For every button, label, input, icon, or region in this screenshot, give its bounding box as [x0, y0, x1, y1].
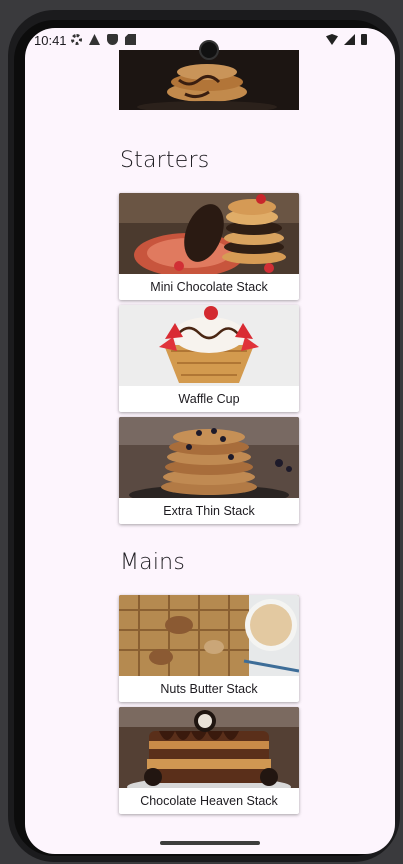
a-notification-icon [89, 34, 100, 45]
card-label: Waffle Cup [178, 392, 240, 406]
menu-card-mini-chocolate-stack[interactable]: Mini Chocolate Stack [119, 193, 299, 300]
waffle-cup-image [119, 305, 299, 386]
card-label: Chocolate Heaven Stack [140, 794, 278, 808]
section-title-starters: Starters [120, 148, 210, 173]
wifi-icon [326, 34, 338, 45]
gesture-navigation-bar[interactable] [160, 841, 260, 845]
section-title-mains: Mains [120, 550, 185, 575]
mini-chocolate-stack-image [119, 193, 299, 274]
nuts-butter-stack-image [119, 595, 299, 676]
app-screen: Starters Mini Chocolate Stack Waffle Cup… [25, 28, 395, 854]
battery-icon [361, 34, 367, 45]
menu-card-chocolate-heaven-stack[interactable]: Chocolate Heaven Stack [119, 707, 299, 814]
menu-list[interactable]: Starters Mini Chocolate Stack Waffle Cup… [25, 28, 395, 854]
chocolate-heaven-stack-image [119, 707, 299, 788]
status-time: 10:41 [34, 33, 67, 48]
card-label: Mini Chocolate Stack [150, 280, 268, 294]
settings-notification-icon [71, 34, 82, 45]
extra-thin-stack-image [119, 417, 299, 498]
sd-card-icon [125, 34, 136, 45]
shield-notification-icon [107, 34, 118, 45]
card-label: Extra Thin Stack [163, 504, 255, 518]
menu-card-nuts-butter-stack[interactable]: Nuts Butter Stack [119, 595, 299, 702]
front-camera [199, 40, 219, 60]
menu-card-extra-thin-stack[interactable]: Extra Thin Stack [119, 417, 299, 524]
cellular-signal-icon [344, 34, 355, 45]
menu-card-waffle-cup[interactable]: Waffle Cup [119, 305, 299, 412]
card-label: Nuts Butter Stack [160, 682, 258, 696]
